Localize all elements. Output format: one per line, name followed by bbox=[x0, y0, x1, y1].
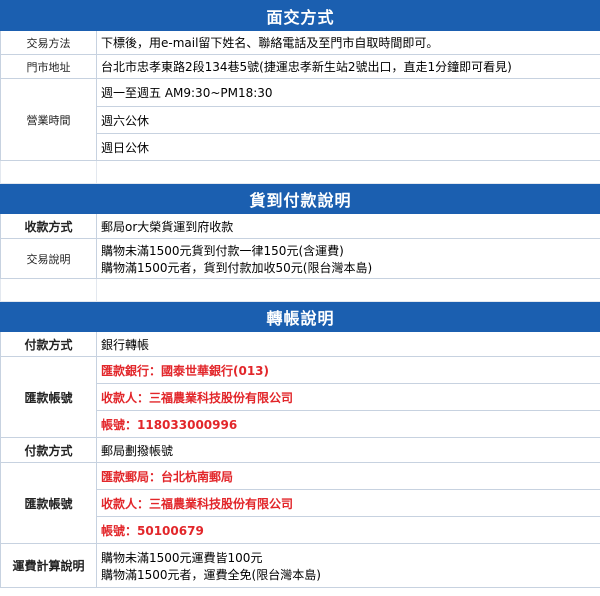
table-row: 門市地址 台北市忠孝東路2段134巷5號(捷運忠孝新生站2號出口，直走1分鐘即可… bbox=[0, 54, 600, 79]
table-row: 付款方式 郵局劃撥帳號 bbox=[0, 437, 600, 463]
row-label: 收款方式 bbox=[0, 213, 97, 239]
spacer-row bbox=[0, 160, 600, 184]
section-title: 轉帳說明 bbox=[0, 301, 600, 332]
row-label: 營業時間 bbox=[0, 78, 97, 161]
table-row: 交易方法 下標後，用e-mail留下姓名、聯絡電話及至門市自取時間即可。 bbox=[0, 30, 600, 55]
bank-name: 匯款銀行：國泰世華銀行(013) bbox=[95, 356, 600, 384]
row-label: 匯款帳號 bbox=[0, 356, 97, 438]
info-table: 面交方式 交易方法 下標後，用e-mail留下姓名、聯絡電話及至門市自取時間即可… bbox=[0, 0, 600, 588]
text-line: 購物滿1500元者，貨到付款加收50元(限台灣本島) bbox=[101, 260, 373, 275]
text-line: 購物滿1500元者，運費全免(限台灣本島) bbox=[101, 567, 321, 582]
account-number: 帳號：118033000996 bbox=[95, 410, 600, 438]
row-label: 門市地址 bbox=[0, 54, 97, 79]
row-value: 郵局劃撥帳號 bbox=[95, 437, 600, 463]
row-value: 週六公休 bbox=[95, 106, 600, 134]
account-number: 帳號：50100679 bbox=[95, 516, 600, 544]
text-line: 購物未滿1500元貨到付款一律150元(含運費) bbox=[101, 243, 344, 258]
table-row: 匯款帳號 匯款郵局：台北杭南郵局 bbox=[0, 462, 600, 544]
row-value: 台北市忠孝東路2段134巷5號(捷運忠孝新生站2號出口，直走1分鐘即可看見) bbox=[95, 54, 600, 79]
row-value: 銀行轉帳 bbox=[95, 331, 600, 357]
row-value: 下標後，用e-mail留下姓名、聯絡電話及至門市自取時間即可。 bbox=[95, 30, 600, 55]
row-label: 匯款帳號 bbox=[0, 462, 97, 544]
row-label: 付款方式 bbox=[0, 331, 97, 357]
spacer-row bbox=[0, 278, 600, 302]
section-title: 貨到付款說明 bbox=[0, 183, 600, 214]
row-label: 交易說明 bbox=[0, 238, 97, 279]
row-value: 購物未滿1500元貨到付款一律150元(含運費) 購物滿1500元者，貨到付款加… bbox=[95, 238, 600, 279]
section-header-cod: 貨到付款說明 bbox=[0, 183, 600, 214]
post-office-name: 匯款郵局：台北杭南郵局 bbox=[95, 462, 600, 490]
row-value: 郵局or大榮貨運到府收款 bbox=[95, 213, 600, 239]
table-row: 運費計算說明 購物未滿1500元運費皆100元 購物滿1500元者，運費全免(限… bbox=[0, 543, 600, 588]
payee-name: 收款人：三福農業科技股份有限公司 bbox=[95, 489, 600, 517]
table-row: 匯款帳號 匯款銀行：國泰世華銀行(013) bbox=[0, 356, 600, 438]
table-row: 付款方式 銀行轉帳 bbox=[0, 331, 600, 357]
row-label: 付款方式 bbox=[0, 437, 97, 463]
table-row: 交易說明 購物未滿1500元貨到付款一律150元(含運費) 購物滿1500元者，… bbox=[0, 238, 600, 279]
section-header-transfer: 轉帳說明 bbox=[0, 301, 600, 332]
table-row: 營業時間 週一至週五 AM9:30~PM18:30 bbox=[0, 78, 600, 161]
row-value: 週一至週五 AM9:30~PM18:30 bbox=[95, 78, 600, 107]
row-value: 週日公休 bbox=[95, 133, 600, 161]
row-label: 交易方法 bbox=[0, 30, 97, 55]
payee-name: 收款人：三福農業科技股份有限公司 bbox=[95, 383, 600, 411]
section-header-face: 面交方式 bbox=[0, 0, 600, 31]
row-value: 購物未滿1500元運費皆100元 購物滿1500元者，運費全免(限台灣本島) bbox=[95, 543, 600, 588]
table-row: 收款方式 郵局or大榮貨運到府收款 bbox=[0, 213, 600, 239]
row-label: 運費計算說明 bbox=[0, 543, 97, 588]
text-line: 購物未滿1500元運費皆100元 bbox=[101, 550, 263, 565]
section-title: 面交方式 bbox=[0, 0, 600, 31]
